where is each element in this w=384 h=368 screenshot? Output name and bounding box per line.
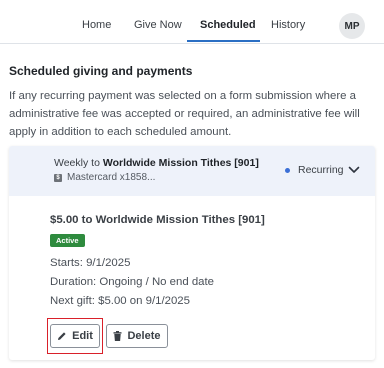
- scheduled-gift-card: Weekly to Worldwide Mission Tithes [901]…: [9, 146, 375, 360]
- fund-name: Worldwide Mission Tithes [901]: [102, 157, 259, 169]
- payment-method: $ Mastercard x1858...: [54, 172, 155, 183]
- gift-amount-title: $5.00 to Worldwide Mission Tithes [901]: [50, 214, 265, 226]
- recurring-label: Recurring: [298, 164, 344, 176]
- top-nav: Home Give Now Scheduled History MP: [0, 0, 384, 44]
- edit-label: Edit: [72, 330, 93, 342]
- delete-label: Delete: [127, 330, 161, 342]
- edit-button[interactable]: Edit: [50, 324, 100, 348]
- payment-method-label: Mastercard x1858...: [67, 172, 156, 183]
- status-badge: Active: [50, 234, 85, 247]
- delete-button[interactable]: Delete: [106, 324, 168, 348]
- recurring-status: Recurring: [285, 164, 344, 176]
- chevron-down-icon[interactable]: [347, 163, 361, 177]
- card-icon: $: [54, 173, 62, 182]
- tab-scheduled[interactable]: Scheduled: [200, 19, 256, 31]
- tab-home[interactable]: Home: [82, 19, 111, 31]
- active-tab-indicator: [187, 40, 260, 42]
- fee-description: If any recurring payment was selected on…: [9, 90, 360, 138]
- page-title: Scheduled giving and payments: [9, 64, 193, 78]
- scheduled-gift-header[interactable]: Weekly to Worldwide Mission Tithes [901]…: [9, 146, 375, 196]
- trash-icon: [113, 331, 122, 341]
- tab-give-now[interactable]: Give Now: [134, 19, 182, 31]
- start-date: Starts: 9/1/2025: [50, 257, 131, 269]
- avatar[interactable]: MP: [339, 13, 365, 39]
- tab-history[interactable]: History: [271, 19, 305, 31]
- next-gift: Next gift: $5.00 on 9/1/2025: [50, 295, 190, 307]
- pencil-icon: [58, 332, 66, 340]
- duration: Duration: Ongoing / No end date: [50, 276, 215, 288]
- status-dot-icon: [285, 167, 290, 173]
- frequency-label: Weekly to: [54, 157, 100, 169]
- schedule-summary: Weekly to Worldwide Mission Tithes [901]: [54, 157, 259, 169]
